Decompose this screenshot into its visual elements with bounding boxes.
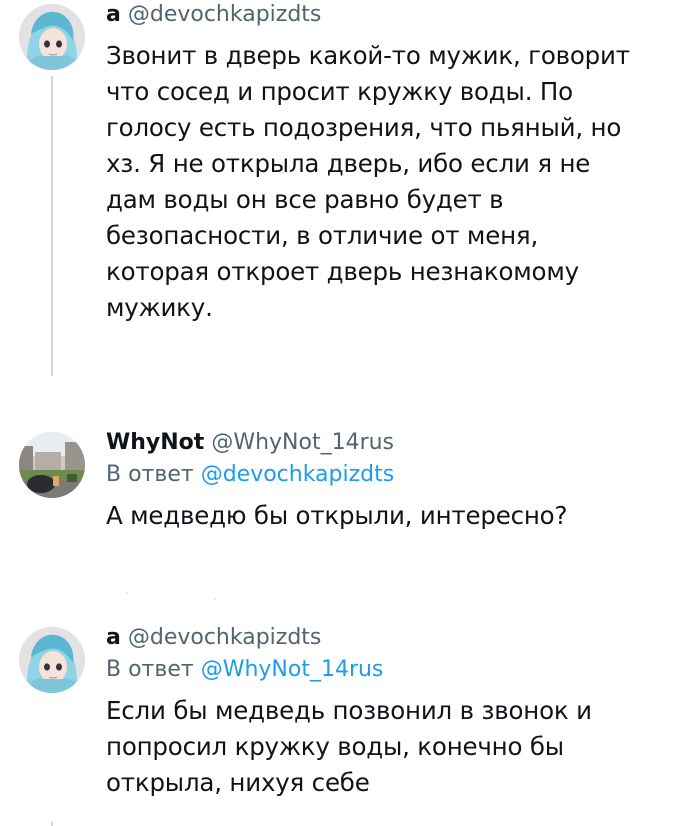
author-name[interactable]: a	[106, 625, 121, 650]
tweet-header: a @devochkapizdts	[106, 625, 686, 651]
street-photo-avatar-icon	[19, 432, 85, 498]
reply-to-handle[interactable]: @WhyNot_14rus	[201, 657, 384, 682]
tweet-text: Звонит в дверь какой-то мужик, говорит ч…	[106, 38, 686, 326]
tweet-text: А медведю бы открыли, интересно?	[106, 498, 686, 534]
author-name[interactable]: WhyNot	[106, 430, 204, 455]
anime-avatar-icon	[19, 627, 85, 693]
author-handle[interactable]: @WhyNot_14rus	[211, 430, 394, 455]
tweet-text-line: которая откроет дверь незнакомому	[106, 257, 579, 286]
reply-to: В ответ @WhyNot_14rus	[106, 655, 686, 685]
tweet-text-line: безопасности, в отличие от меня,	[106, 221, 539, 250]
reply-to-label: В ответ	[106, 657, 194, 682]
tweet-text: Если бы медведь позвонил в звонок и попр…	[106, 693, 686, 801]
tweet-text-line: хз. Я не открыла дверь, ибо если я не	[106, 149, 591, 178]
tweet-text-line: мужику.	[106, 293, 213, 322]
author-name[interactable]: a	[106, 2, 121, 27]
reply-to-label: В ответ	[106, 462, 194, 487]
tweet[interactable]: a @devochkapizdts Звонит в дверь какой-т…	[106, 2, 686, 326]
avatar[interactable]	[19, 627, 85, 693]
avatar[interactable]	[19, 4, 85, 70]
tweet-text-line: Звонит в дверь какой-то мужик, говорит	[106, 41, 630, 70]
reply-to: В ответ @devochkapizdts	[106, 460, 686, 490]
tweet-text-line: А медведю бы открыли, интересно?	[106, 501, 568, 530]
thread-connector	[51, 76, 53, 376]
author-handle[interactable]: @devochkapizdts	[128, 2, 322, 27]
reply-to-handle[interactable]: @devochkapizdts	[201, 462, 395, 487]
tweet-text-line: голосу есть подозрения, что пьяный, но	[106, 113, 622, 142]
anime-avatar-icon	[19, 4, 85, 70]
separator-dot	[214, 598, 216, 600]
tweet[interactable]: a @devochkapizdts В ответ @WhyNot_14rus …	[106, 625, 686, 801]
tweet-text-line: попросил кружку воды, конечно бы	[106, 732, 564, 761]
thread-connector	[51, 822, 53, 826]
tweet-text-line: что сосед и просит кружку воды. По	[106, 77, 573, 106]
tweet-text-line: Если бы медведь позвонил в звонок и	[106, 696, 592, 725]
author-handle[interactable]: @devochkapizdts	[128, 625, 322, 650]
separator-dot	[126, 592, 128, 594]
tweet-text-line: дам воды он все равно будет в	[106, 185, 504, 214]
tweet-text-line: открыла, нихуя себе	[106, 768, 370, 797]
tweet-header: WhyNot @WhyNot_14rus	[106, 430, 686, 456]
tweet-header: a @devochkapizdts	[106, 2, 686, 28]
tweet[interactable]: WhyNot @WhyNot_14rus В ответ @devochkapi…	[106, 430, 686, 534]
avatar[interactable]	[19, 432, 85, 498]
